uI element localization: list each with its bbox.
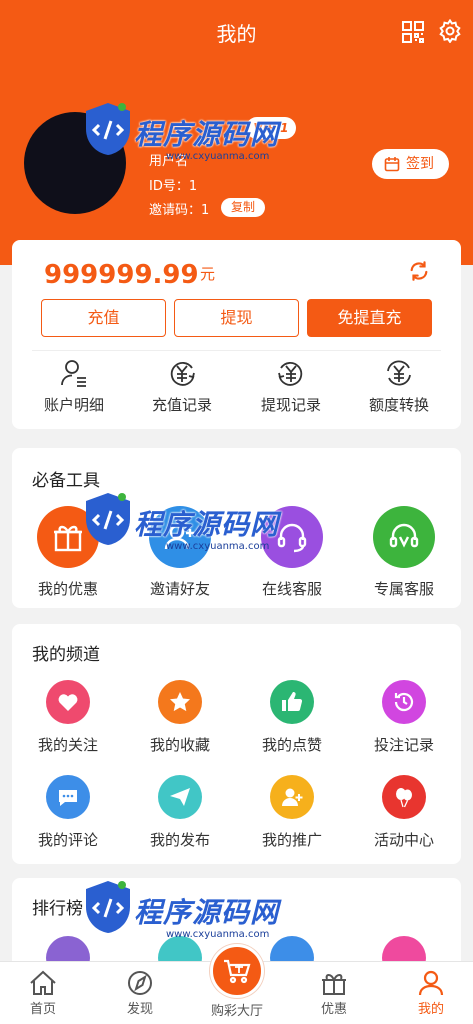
recharge-record-label: 充值记录 <box>151 396 212 414</box>
online-service-label: 在线客服 <box>261 580 322 598</box>
balance-amount: 999999.99 <box>44 260 199 290</box>
account-details-item[interactable]: 账户明细 <box>24 358 124 415</box>
my-promotion-label: 我的推广 <box>261 831 322 849</box>
gift-icon <box>37 506 99 568</box>
home-icon <box>30 970 56 995</box>
withdraw-record-label: 提现记录 <box>260 396 321 414</box>
tools-title: 必备工具 <box>32 471 100 491</box>
tools-card: 必备工具 我的优惠 邀请好友 在线客服 专属客服 <box>12 448 461 608</box>
promote-user-icon <box>270 775 314 819</box>
tab-mine-label: 我的 <box>417 1002 444 1017</box>
tab-lottery-hall-label[interactable]: 购彩大厅 <box>196 1000 278 1019</box>
tab-home[interactable]: 首页 <box>3 970 83 1017</box>
user-icon <box>418 970 444 996</box>
invite-friends-tool[interactable]: 邀请好友 <box>125 506 235 599</box>
yen-convert-icon <box>387 360 411 386</box>
heart-icon <box>46 680 90 724</box>
profile-header: 我的 VIP 1 用户名 ID号：1 邀请码：1 复制 签到 <box>0 0 473 265</box>
my-follow-label: 我的关注 <box>37 736 98 754</box>
recharge-record-item[interactable]: 充值记录 <box>132 358 232 415</box>
my-offers-tool[interactable]: 我的优惠 <box>13 506 123 599</box>
headset-icon <box>261 506 323 568</box>
user-id: ID号：1 <box>149 179 198 194</box>
copy-button[interactable]: 复制 <box>221 198 265 217</box>
signin-label: 签到 <box>406 156 434 172</box>
tab-mine[interactable]: 我的 <box>391 970 471 1017</box>
comment-icon <box>46 775 90 819</box>
my-posts-label: 我的发布 <box>149 831 210 849</box>
my-favorites-item[interactable]: 我的收藏 <box>125 680 235 755</box>
yen-out-icon <box>278 361 303 386</box>
history-clock-icon <box>382 680 426 724</box>
paper-plane-icon <box>158 775 202 819</box>
my-likes-item[interactable]: 我的点赞 <box>237 680 347 755</box>
exclusive-service-label: 专属客服 <box>373 580 434 598</box>
my-comments-item[interactable]: 我的评论 <box>13 775 123 850</box>
gift-tab-icon <box>322 974 346 995</box>
my-comments-label: 我的评论 <box>37 831 98 849</box>
my-posts-item[interactable]: 我的发布 <box>125 775 235 850</box>
activity-center-label: 活动中心 <box>373 831 434 849</box>
tab-discover[interactable]: 发现 <box>100 970 180 1017</box>
calendar-icon <box>384 157 400 172</box>
tab-offers[interactable]: 优惠 <box>294 970 374 1017</box>
activity-center-item[interactable]: 活动中心 <box>349 775 459 850</box>
online-service-tool[interactable]: 在线客服 <box>237 506 347 599</box>
my-promotion-item[interactable]: 我的推广 <box>237 775 347 850</box>
avatar[interactable] <box>24 112 126 214</box>
invite-code: 邀请码：1 <box>149 203 210 218</box>
star-icon <box>158 680 202 724</box>
bet-record-label: 投注记录 <box>373 736 434 754</box>
vip-headset-icon <box>373 506 435 568</box>
ranking-title: 排行榜 <box>32 899 83 919</box>
divider <box>32 350 441 351</box>
balance-unit: 元 <box>200 265 216 283</box>
direct-recharge-button[interactable]: 免提直充 <box>307 299 432 337</box>
qr-code-icon[interactable] <box>401 20 425 44</box>
channel-title: 我的频道 <box>32 645 100 665</box>
refresh-icon[interactable] <box>408 260 430 282</box>
invite-friends-label: 邀请好友 <box>149 580 210 598</box>
my-follow-item[interactable]: 我的关注 <box>13 680 123 755</box>
thumbs-up-icon <box>270 680 314 724</box>
compass-icon <box>128 971 152 995</box>
withdraw-record-item[interactable]: 提现记录 <box>241 358 341 415</box>
gear-icon[interactable] <box>438 19 462 43</box>
balloon-icon <box>382 775 426 819</box>
yen-in-icon <box>170 361 195 386</box>
invite-icon <box>149 506 211 568</box>
recharge-button[interactable]: 充值 <box>41 299 166 337</box>
exclusive-service-tool[interactable]: 专属客服 <box>349 506 459 599</box>
wallet-card: 999999.99 元 充值 提现 免提直充 账户明细 充值记录 提现记录 额度… <box>12 240 461 429</box>
lottery-hall-button[interactable] <box>210 944 264 998</box>
my-offers-label: 我的优惠 <box>37 580 98 598</box>
tab-offers-label: 优惠 <box>320 1002 347 1017</box>
signin-button[interactable]: 签到 <box>372 149 449 179</box>
channel-card: 我的频道 我的关注 我的收藏 我的点赞 投注记录 我的评论 我的发布 我的推广 … <box>12 624 461 864</box>
user-name: 用户名 <box>149 154 189 169</box>
my-favorites-label: 我的收藏 <box>149 736 210 754</box>
account-details-label: 账户明细 <box>43 396 104 414</box>
my-likes-label: 我的点赞 <box>261 736 322 754</box>
withdraw-button[interactable]: 提现 <box>174 299 299 337</box>
vip-badge: VIP 1 <box>246 117 296 139</box>
quota-convert-item[interactable]: 额度转换 <box>349 358 449 415</box>
quota-convert-label: 额度转换 <box>368 396 429 414</box>
tab-home-label: 首页 <box>29 1002 56 1017</box>
tab-discover-label: 发现 <box>126 1002 153 1017</box>
shopping-cart-icon <box>224 959 251 984</box>
account-detail-icon <box>61 360 86 387</box>
bet-record-item[interactable]: 投注记录 <box>349 680 459 755</box>
